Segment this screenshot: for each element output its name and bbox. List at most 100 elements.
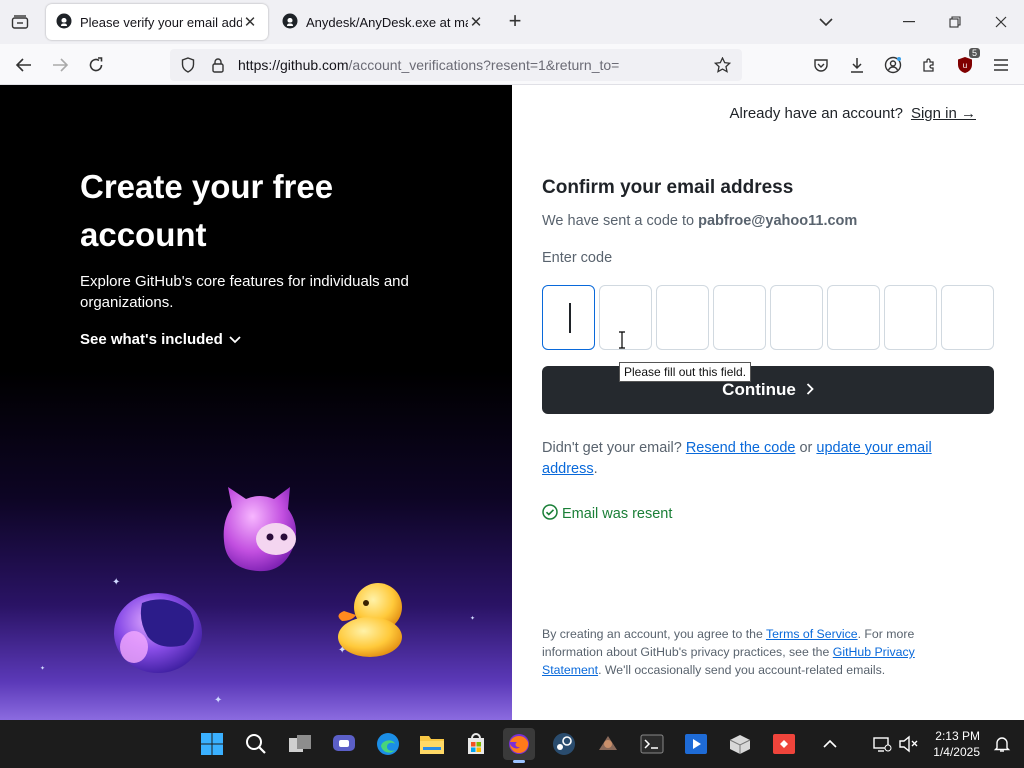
app-menu-hamburger-icon[interactable] [986, 50, 1016, 80]
system-clock[interactable]: 2:13 PM 1/4/2025 [933, 728, 980, 760]
email-address: pabfroe@yahoo11.com [698, 213, 858, 229]
code-digit-input-3[interactable] [656, 285, 709, 350]
terminal-icon[interactable] [636, 728, 668, 760]
game-app-icon[interactable] [592, 728, 624, 760]
tab-anydesk[interactable]: Anydesk/AnyDesk.exe at main ✕ [272, 4, 494, 40]
signup-hero-panel: Create your free account Explore GitHub'… [0, 85, 512, 720]
virtual-machine-icon[interactable] [724, 728, 756, 760]
minimize-window-icon[interactable] [886, 0, 932, 44]
windows-start-icon[interactable] [196, 728, 228, 760]
forward-arrow-icon[interactable] [45, 50, 75, 80]
restore-window-icon[interactable] [932, 0, 978, 44]
sparkle-star: ✦ [470, 616, 476, 622]
url-host: https://github.com [238, 57, 349, 73]
resend-message: Didn't get your email? Resend the code o… [542, 438, 962, 480]
sparkle-star: ✦ [40, 666, 46, 672]
see-whats-included-label: See what's included [80, 331, 223, 348]
steam-icon[interactable] [548, 728, 580, 760]
account-icon[interactable] [878, 50, 908, 80]
email-resent-status: Email was resent [542, 504, 672, 524]
browser-tab-bar: Please verify your email address ✕ Anyde… [0, 0, 1024, 44]
clock-time: 2:13 PM [935, 729, 980, 743]
continue-button[interactable]: Continue [542, 366, 994, 414]
terms-of-service-link[interactable]: Terms of Service [766, 627, 858, 641]
pocket-icon[interactable] [806, 50, 836, 80]
rubber-duck-mascot-illustration [338, 583, 402, 657]
legal-text-3: . We'll occasionally send you account-re… [598, 663, 886, 677]
active-app-indicator [513, 760, 525, 763]
code-digit-input-6[interactable] [827, 285, 880, 350]
close-tab-icon[interactable]: ✕ [242, 14, 258, 31]
code-sent-prefix: We have sent a code to [542, 213, 699, 229]
code-digit-input-5[interactable] [770, 285, 823, 350]
url-path: /account_verifications?resent=1&return_t… [348, 57, 620, 73]
page-title: Confirm your email address [542, 177, 794, 198]
microsoft-store-icon[interactable] [460, 728, 492, 760]
resend-prefix: Didn't get your email? [542, 440, 686, 456]
anydesk-icon[interactable] [768, 728, 800, 760]
check-circle-icon [542, 504, 558, 524]
legal-notice: By creating an account, you agree to the… [542, 625, 962, 679]
clock-date: 1/4/2025 [933, 745, 980, 759]
sign-in-link[interactable]: Sign in → [911, 105, 976, 122]
downloads-icon[interactable] [842, 50, 872, 80]
i-beam-cursor-icon [618, 331, 626, 354]
tracking-protection-shield-icon[interactable] [176, 53, 200, 77]
verification-form-panel: Already have an account? Sign in → Confir… [512, 85, 1024, 720]
tab-list-icon[interactable] [6, 8, 34, 36]
windows-taskbar: 2:13 PM 1/4/2025 [0, 720, 1024, 768]
text-caret [569, 303, 571, 333]
resend-code-link[interactable]: Resend the code [686, 440, 796, 456]
edge-browser-icon[interactable] [372, 728, 404, 760]
code-digit-input-4[interactable] [713, 285, 766, 350]
show-hidden-icons-chevron-icon[interactable] [814, 728, 846, 760]
new-tab-plus-icon[interactable]: + [503, 10, 527, 34]
tab-title: Anydesk/AnyDesk.exe at main [306, 14, 468, 30]
ublock-badge-count: 5 [968, 48, 980, 58]
list-all-tabs-chevron-icon[interactable] [814, 10, 838, 34]
file-explorer-icon[interactable] [416, 728, 448, 760]
github-favicon-icon [56, 13, 72, 32]
firefox-icon[interactable] [503, 728, 535, 763]
url-text[interactable]: https://github.com/account_verifications… [238, 57, 708, 73]
ublock-origin-icon[interactable]: u 5 [950, 48, 980, 80]
code-input-group [542, 285, 994, 350]
hero-title: Create your free account [80, 168, 334, 253]
resend-suffix: . [593, 461, 598, 477]
email-resent-text: Email was resent [562, 506, 673, 522]
tab-verify-email[interactable]: Please verify your email address ✕ [46, 4, 268, 40]
chevron-down-icon [229, 331, 241, 348]
chevron-right-icon [806, 380, 814, 400]
task-view-icon[interactable] [284, 728, 316, 760]
bookmark-star-icon[interactable] [708, 51, 736, 79]
lock-icon[interactable] [206, 53, 230, 77]
sparkle-star: ✦ [214, 695, 223, 706]
octocat-mascot-illustration [223, 487, 296, 572]
code-sent-message: We have sent a code to pabfroe@yahoo11.c… [542, 213, 857, 229]
close-tab-icon[interactable]: ✕ [468, 14, 484, 31]
teams-chat-icon[interactable] [328, 728, 360, 760]
close-window-icon[interactable] [978, 0, 1024, 44]
browser-nav-bar: https://github.com/account_verifications… [0, 44, 1024, 85]
search-icon[interactable] [240, 728, 272, 760]
sign-in-prompt: Already have an account? Sign in → [730, 105, 977, 122]
back-arrow-icon[interactable] [9, 50, 39, 80]
code-digit-input-1[interactable] [542, 285, 595, 350]
continue-label: Continue [722, 380, 796, 399]
code-digit-input-8[interactable] [941, 285, 994, 350]
enter-code-label: Enter code [542, 250, 613, 266]
address-bar[interactable]: https://github.com/account_verifications… [170, 49, 742, 81]
validation-tooltip: Please fill out this field. [619, 362, 752, 382]
hero-description: Explore GitHub's core features for indiv… [80, 273, 409, 311]
volume-muted-icon[interactable] [892, 728, 924, 760]
code-digit-input-7[interactable] [884, 285, 937, 350]
see-whats-included-button[interactable]: See what's included [80, 331, 241, 348]
tab-title: Please verify your email address [80, 14, 242, 30]
notifications-bell-icon[interactable] [986, 728, 1018, 760]
astronaut-mascot-illustration [114, 593, 202, 673]
github-favicon-icon [282, 13, 298, 32]
reload-icon[interactable] [81, 50, 111, 80]
extensions-puzzle-icon[interactable] [914, 50, 944, 80]
media-player-icon[interactable] [680, 728, 712, 760]
legal-text-1: By creating an account, you agree to the [542, 627, 766, 641]
